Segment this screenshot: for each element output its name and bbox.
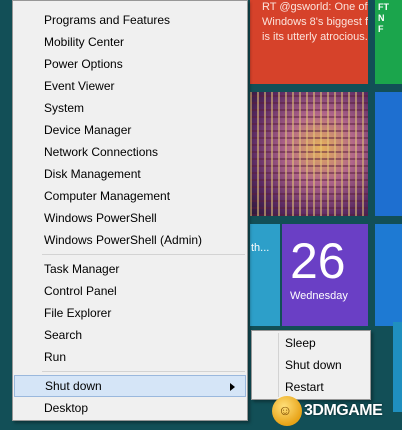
menu-item-label: Task Manager: [44, 262, 120, 276]
menu-item-file-explorer[interactable]: File Explorer: [14, 302, 246, 324]
menu-item-label: Desktop: [44, 401, 89, 415]
menu-item-mobility-center[interactable]: Mobility Center: [14, 31, 246, 53]
menu-item-shut-down[interactable]: Shut down: [14, 375, 246, 397]
blue-tile-right[interactable]: [375, 92, 402, 216]
menu-item-event-viewer[interactable]: Event Viewer: [14, 75, 246, 97]
menu-item-search[interactable]: Search: [14, 324, 246, 346]
menu-item-network-connections[interactable]: Network Connections: [14, 141, 246, 163]
menu-item-label: Programs and Features: [44, 13, 171, 27]
menu-item-power-options[interactable]: Power Options: [14, 53, 246, 75]
menu-item-label: System: [44, 101, 85, 115]
submenu-arrow-icon: [230, 383, 235, 391]
menu-item-label: File Explorer: [44, 306, 112, 320]
entertainment-tile[interactable]: th...: [250, 224, 280, 326]
entertainment-tile-text: th...: [251, 242, 270, 254]
menu-item-label: Control Panel: [44, 284, 117, 298]
menu-item-computer-management[interactable]: Computer Management: [14, 185, 246, 207]
submenu-item-shut-down[interactable]: Shut down: [253, 354, 369, 376]
menu-item-label: Mobility Center: [44, 35, 125, 49]
news-tile[interactable]: RT @gsworld: One of Windows 8's biggest …: [250, 0, 368, 84]
menu-item-system[interactable]: System: [14, 97, 246, 119]
menu-item-run[interactable]: Run: [14, 346, 246, 368]
menu-item-label: Device Manager: [44, 123, 132, 137]
submenu-item-label: Shut down: [285, 358, 342, 372]
menu-item-disk-management[interactable]: Disk Management: [14, 163, 246, 185]
finance-tile-text: FT N F: [378, 2, 389, 34]
menu-item-windows-powershell[interactable]: Windows PowerShell: [14, 207, 246, 229]
photo-tile[interactable]: [250, 92, 368, 216]
menu-item-control-panel[interactable]: Control Panel: [14, 280, 246, 302]
calendar-tile[interactable]: 26 Wednesday: [282, 224, 368, 326]
menu-item-label: Event Viewer: [44, 79, 115, 93]
menu-item-label: Windows PowerShell (Admin): [44, 233, 203, 247]
menu-item-label: Network Connections: [44, 145, 159, 159]
menu-item-label: Shut down: [45, 379, 102, 393]
menu-item-label: Power Options: [44, 57, 123, 71]
finance-tile[interactable]: FT N F: [375, 0, 402, 84]
watermark-logo-icon: ☺: [272, 396, 302, 426]
watermark-text: 3DMGAME: [304, 402, 383, 419]
menu-item-desktop[interactable]: Desktop: [14, 397, 246, 419]
menu-item-label: Disk Management: [44, 167, 141, 181]
menu-item-task-manager[interactable]: Task Manager: [14, 258, 246, 280]
winx-context-menu: Programs and Features Mobility Center Po…: [12, 0, 248, 421]
calendar-day-number: 26: [290, 233, 346, 289]
menu-item-windows-powershell-admin[interactable]: Windows PowerShell (Admin): [14, 229, 246, 251]
calendar-weekday: Wednesday: [290, 290, 348, 302]
news-tile-text: RT @gsworld: One of Windows 8's biggest …: [262, 1, 368, 43]
menu-item-label: Computer Management: [44, 189, 171, 203]
menu-separator: [42, 371, 245, 372]
menu-item-label: Run: [44, 350, 67, 364]
submenu-item-label: Restart: [285, 380, 324, 394]
shut-down-submenu: Sleep Shut down Restart: [251, 330, 371, 400]
submenu-item-label: Sleep: [285, 336, 316, 350]
menu-item-programs-and-features[interactable]: Programs and Features: [14, 9, 246, 31]
menu-item-label: Windows PowerShell: [44, 211, 157, 225]
menu-item-device-manager[interactable]: Device Manager: [14, 119, 246, 141]
watermark: ☺ 3DMGAME: [272, 396, 402, 426]
blue-tile-right-2[interactable]: [375, 224, 402, 326]
submenu-item-restart[interactable]: Restart: [253, 376, 369, 398]
menu-item-label: Search: [44, 328, 83, 342]
submenu-item-sleep[interactable]: Sleep: [253, 332, 369, 354]
menu-separator: [42, 254, 245, 255]
